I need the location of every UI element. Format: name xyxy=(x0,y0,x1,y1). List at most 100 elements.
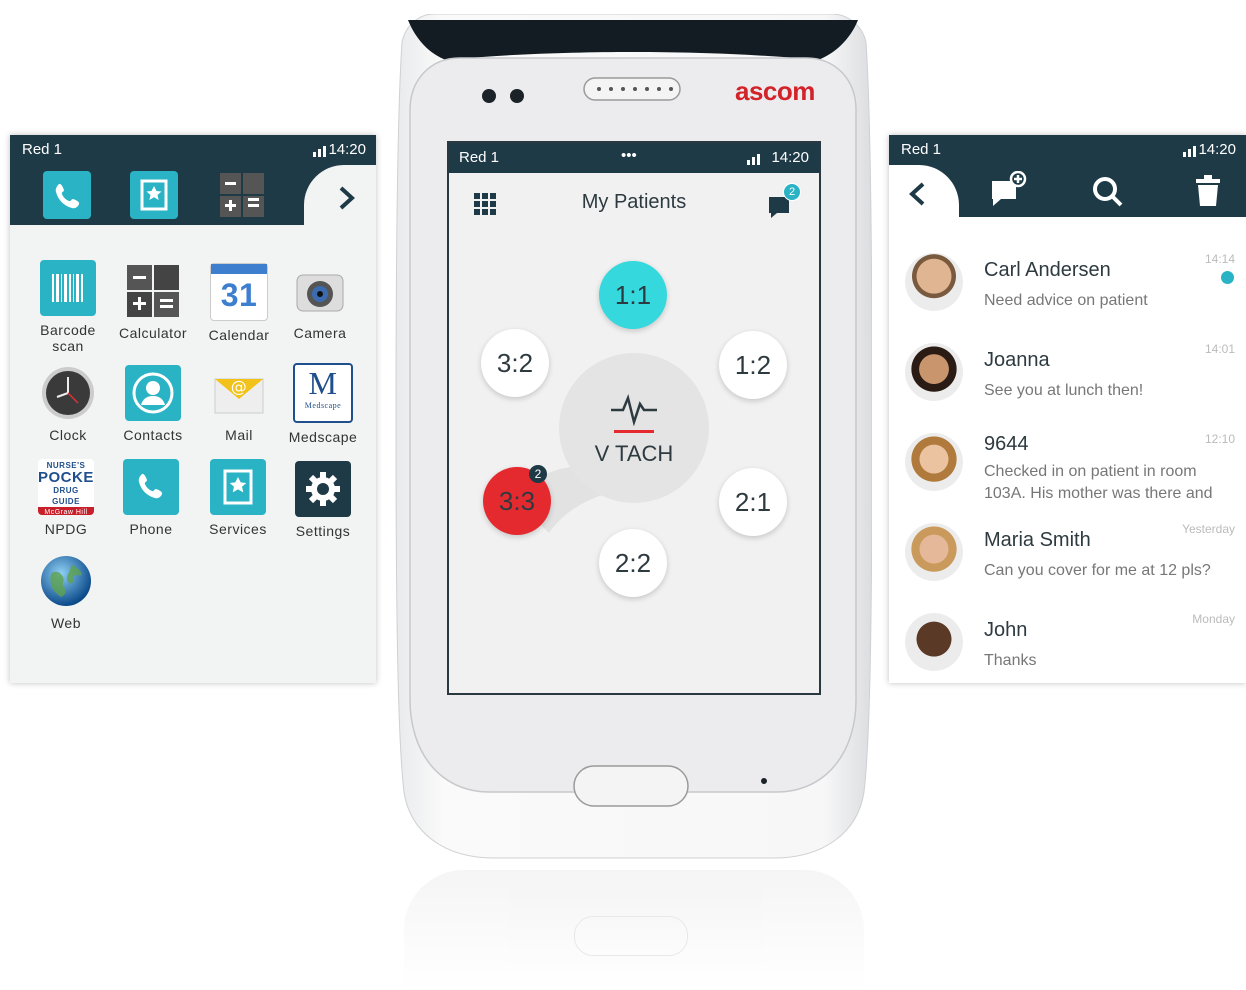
app-services[interactable]: Services xyxy=(195,459,281,537)
clock-label: 14:20 xyxy=(328,141,366,158)
bed-1-2[interactable]: 1:2 xyxy=(719,331,787,399)
app-contacts[interactable]: Contacts xyxy=(110,365,196,443)
phone-icon xyxy=(55,183,80,209)
app-label: Settings xyxy=(295,523,351,539)
carrier-label: Red 1 xyxy=(901,141,942,158)
contact-name: Carl Andersen xyxy=(984,259,1111,281)
message-preview: Thanks xyxy=(984,652,1037,669)
bed-2-1[interactable]: 2:1 xyxy=(719,468,787,536)
bed-2-2[interactable]: 2:2 xyxy=(599,529,667,597)
app-settings[interactable]: Settings xyxy=(280,461,366,539)
app-label: Calendar xyxy=(208,327,270,343)
app-label: Contacts xyxy=(123,427,183,443)
app-camera[interactable]: Camera xyxy=(277,263,363,341)
message-preview: Need advice on patient xyxy=(984,292,1148,309)
dock-services-button[interactable] xyxy=(130,171,178,219)
avatar xyxy=(905,613,963,671)
avatar xyxy=(905,523,963,581)
new-message-icon xyxy=(992,170,1027,206)
search-button[interactable] xyxy=(1091,175,1125,214)
new-message-button[interactable] xyxy=(989,170,1029,214)
launcher-header: Red 1 14:20 xyxy=(10,135,376,225)
app-label: Clock xyxy=(49,427,87,443)
contact-name: Joanna xyxy=(984,349,1050,371)
message-time: 12:10 xyxy=(1204,432,1235,446)
message-time: Yesterday xyxy=(1182,522,1235,536)
app-calculator[interactable]: Calculator xyxy=(110,263,196,341)
conversation-item[interactable]: Carl Andersen Need advice on patient 14:… xyxy=(889,237,1246,328)
alert-label: V TACH xyxy=(594,440,674,466)
clock-icon xyxy=(40,365,96,421)
conversation-item[interactable]: Maria Smith Can you cover for me at 12 p… xyxy=(889,507,1246,598)
unread-indicator xyxy=(1221,271,1234,284)
services-icon xyxy=(210,459,266,515)
message-time: 14:14 xyxy=(1204,252,1235,266)
alert-center[interactable]: V TACH xyxy=(559,353,709,503)
messages-screen: Red 1 14:20 Carl Andersen Need advice on… xyxy=(889,135,1246,683)
app-medscape[interactable]: M Medscape Medscape xyxy=(280,363,366,445)
calendar-icon: 31 xyxy=(210,263,268,321)
mail-icon: @ xyxy=(211,365,267,421)
app-label: Medscape xyxy=(288,429,358,445)
brand-logo: ascom xyxy=(735,76,815,106)
avatar xyxy=(905,253,963,311)
home-button[interactable] xyxy=(574,766,688,806)
app-clock[interactable]: Clock xyxy=(25,365,111,443)
medscape-icon: M Medscape xyxy=(293,363,353,423)
signal-icon xyxy=(1183,146,1196,157)
app-label: Camera xyxy=(293,325,347,341)
conversation-item[interactable]: John Thanks Monday xyxy=(889,597,1246,683)
conversation-item[interactable]: 9644 Checked in on patient in room 103A.… xyxy=(889,417,1246,508)
conversation-item[interactable]: Joanna See you at lunch then! 14:01 xyxy=(889,327,1246,418)
bed-3-3-wrap: 3:3 2 xyxy=(483,465,551,535)
dock-phone-button[interactable] xyxy=(43,171,91,219)
heartbeat-icon xyxy=(611,393,657,426)
app-label: NPDG xyxy=(44,521,88,537)
app-label: Phone xyxy=(129,521,173,537)
calculator-icon xyxy=(220,173,264,217)
contact-name: Maria Smith xyxy=(984,529,1091,551)
phone-icon xyxy=(123,459,179,515)
carrier-label: Red 1 xyxy=(22,141,63,158)
app-label: Mail xyxy=(225,427,253,443)
delete-button[interactable] xyxy=(1195,175,1221,212)
calculator-icon xyxy=(125,263,181,319)
app-npdg[interactable]: NURSE'S POCKET DRUG GUIDE McGraw Hill NP… xyxy=(23,459,109,537)
message-time: 14:01 xyxy=(1204,342,1235,356)
trash-icon xyxy=(1196,175,1220,206)
dock-calculator-button[interactable] xyxy=(218,171,266,219)
bed-3-2[interactable]: 3:2 xyxy=(481,329,549,397)
camera-icon xyxy=(292,263,348,319)
back-icon xyxy=(909,182,925,206)
signal-icon xyxy=(313,146,326,157)
status-bar: Red 1 14:20 xyxy=(889,135,1246,165)
back-button[interactable] xyxy=(907,181,929,212)
message-preview: Can you cover for me at 12 pls? xyxy=(984,562,1211,579)
services-icon xyxy=(140,179,168,211)
app-label: Services xyxy=(209,521,267,537)
app-phone[interactable]: Phone xyxy=(108,459,194,537)
app-barcode-scan[interactable]: Barcode scan xyxy=(25,260,111,354)
clock-label: 14:20 xyxy=(1198,141,1236,158)
message-preview: Checked in on patient in room 103A. His … xyxy=(984,463,1213,502)
avatar xyxy=(905,433,963,491)
avatar xyxy=(905,343,963,401)
gear-icon xyxy=(295,461,351,517)
app-calendar[interactable]: 31 Calendar xyxy=(196,263,282,343)
bed-1-1[interactable]: 1:1 xyxy=(599,261,667,329)
patients-screen: Red 1 ••• 14:20 My Patients 2 V TACH 1:1… xyxy=(447,141,821,695)
barcode-icon xyxy=(40,260,96,316)
next-page-button[interactable] xyxy=(336,185,358,216)
status-bar: Red 1 14:20 xyxy=(10,135,376,165)
message-time: Monday xyxy=(1192,612,1235,626)
app-label: Barcode scan xyxy=(40,322,96,354)
globe-icon xyxy=(38,553,94,609)
calendar-day: 31 xyxy=(220,277,258,313)
app-mail[interactable]: @ Mail xyxy=(196,365,282,443)
chevron-right-icon xyxy=(339,186,355,210)
app-web[interactable]: Web xyxy=(23,553,109,631)
svg-text:@: @ xyxy=(231,377,248,396)
contact-name: 9644 xyxy=(984,433,1029,455)
app-label: Web xyxy=(50,615,82,631)
device-reflection xyxy=(404,870,864,990)
